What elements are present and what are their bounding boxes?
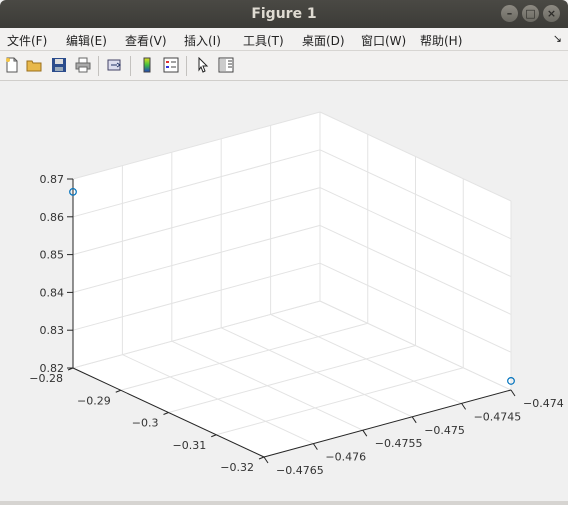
- window-bottom-edge: [0, 501, 568, 505]
- window-controls: – □ ×: [501, 5, 560, 22]
- menu-tools[interactable]: 工具(T): [243, 32, 284, 49]
- x-tick-label: −0.476: [325, 451, 366, 464]
- menu-desktop[interactable]: 桌面(D): [302, 32, 345, 49]
- print-icon[interactable]: [74, 56, 92, 74]
- x-tick: [510, 389, 516, 397]
- menu-file[interactable]: 文件(F): [7, 32, 47, 49]
- y-tick-label: −0.29: [77, 394, 111, 407]
- menu-insert[interactable]: 插入(I): [184, 32, 221, 49]
- x-tick-label: −0.475: [424, 424, 465, 437]
- x-tick: [263, 456, 269, 464]
- y-tick-label: −0.32: [220, 461, 254, 474]
- pointer-icon[interactable]: [194, 56, 212, 74]
- menu-edit[interactable]: 编辑(E): [66, 32, 107, 49]
- x-tick-label: −0.4765: [276, 464, 324, 477]
- colorbar-icon[interactable]: [138, 56, 156, 74]
- y-tick: [163, 412, 169, 415]
- x-tick: [461, 403, 467, 410]
- save-icon[interactable]: [50, 56, 68, 74]
- z-tick-label: 0.86: [40, 211, 65, 224]
- y-tick: [211, 434, 217, 438]
- x-tick-label: −0.474: [523, 397, 564, 410]
- menu-overflow-chevron-icon[interactable]: ↘: [553, 32, 562, 45]
- z-tick-label: 0.83: [40, 324, 65, 337]
- x-tick-label: −0.4755: [375, 437, 423, 450]
- window-titlebar: Figure 1 – □ ×: [0, 0, 568, 28]
- y-tick: [115, 389, 121, 393]
- menu-help[interactable]: 帮助(H): [420, 32, 462, 49]
- window-title: Figure 1: [251, 6, 317, 22]
- z-tick-label: 0.84: [40, 286, 65, 299]
- legend-icon[interactable]: [162, 56, 180, 74]
- toolbar-separator: [98, 56, 99, 76]
- y-tick: [258, 456, 265, 460]
- toolbar: [0, 51, 568, 81]
- y-tick-label: −0.3: [132, 417, 159, 430]
- z-tick-label: 0.87: [40, 173, 65, 186]
- close-button[interactable]: ×: [543, 5, 560, 22]
- maximize-button[interactable]: □: [522, 5, 539, 22]
- menu-window[interactable]: 窗口(W): [361, 32, 406, 49]
- minimize-button[interactable]: –: [501, 5, 518, 22]
- link-plot-icon[interactable]: [106, 56, 124, 74]
- new-figure-icon[interactable]: [3, 56, 21, 74]
- x-tick: [362, 429, 368, 437]
- figure-canvas[interactable]: −0.4765 −0.476 −0.4755 −0.475 −0.4745 −0.474 −…: [0, 81, 568, 501]
- x-tick-label: −0.4745: [474, 410, 522, 423]
- scatter3-plot[interactable]: −0.4765−0.476 −0.4755−0.475 −0.4745−0.474 −…: [0, 81, 568, 501]
- z-tick-label: 0.85: [40, 249, 65, 262]
- menu-view[interactable]: 查看(V): [125, 32, 167, 49]
- toolbar-separator: [186, 56, 187, 76]
- x-tick: [312, 443, 318, 450]
- y-tick-label: −0.31: [173, 439, 207, 452]
- open-file-icon[interactable]: [25, 56, 43, 74]
- x-tick: [411, 416, 417, 424]
- toolbar-separator: [130, 56, 131, 76]
- z-tick-label: 0.82: [40, 362, 65, 375]
- property-editor-icon[interactable]: [217, 56, 235, 74]
- menu-bar: 文件(F) 编辑(E) 查看(V) 插入(I) 工具(T) 桌面(D) 窗口(W…: [0, 28, 568, 51]
